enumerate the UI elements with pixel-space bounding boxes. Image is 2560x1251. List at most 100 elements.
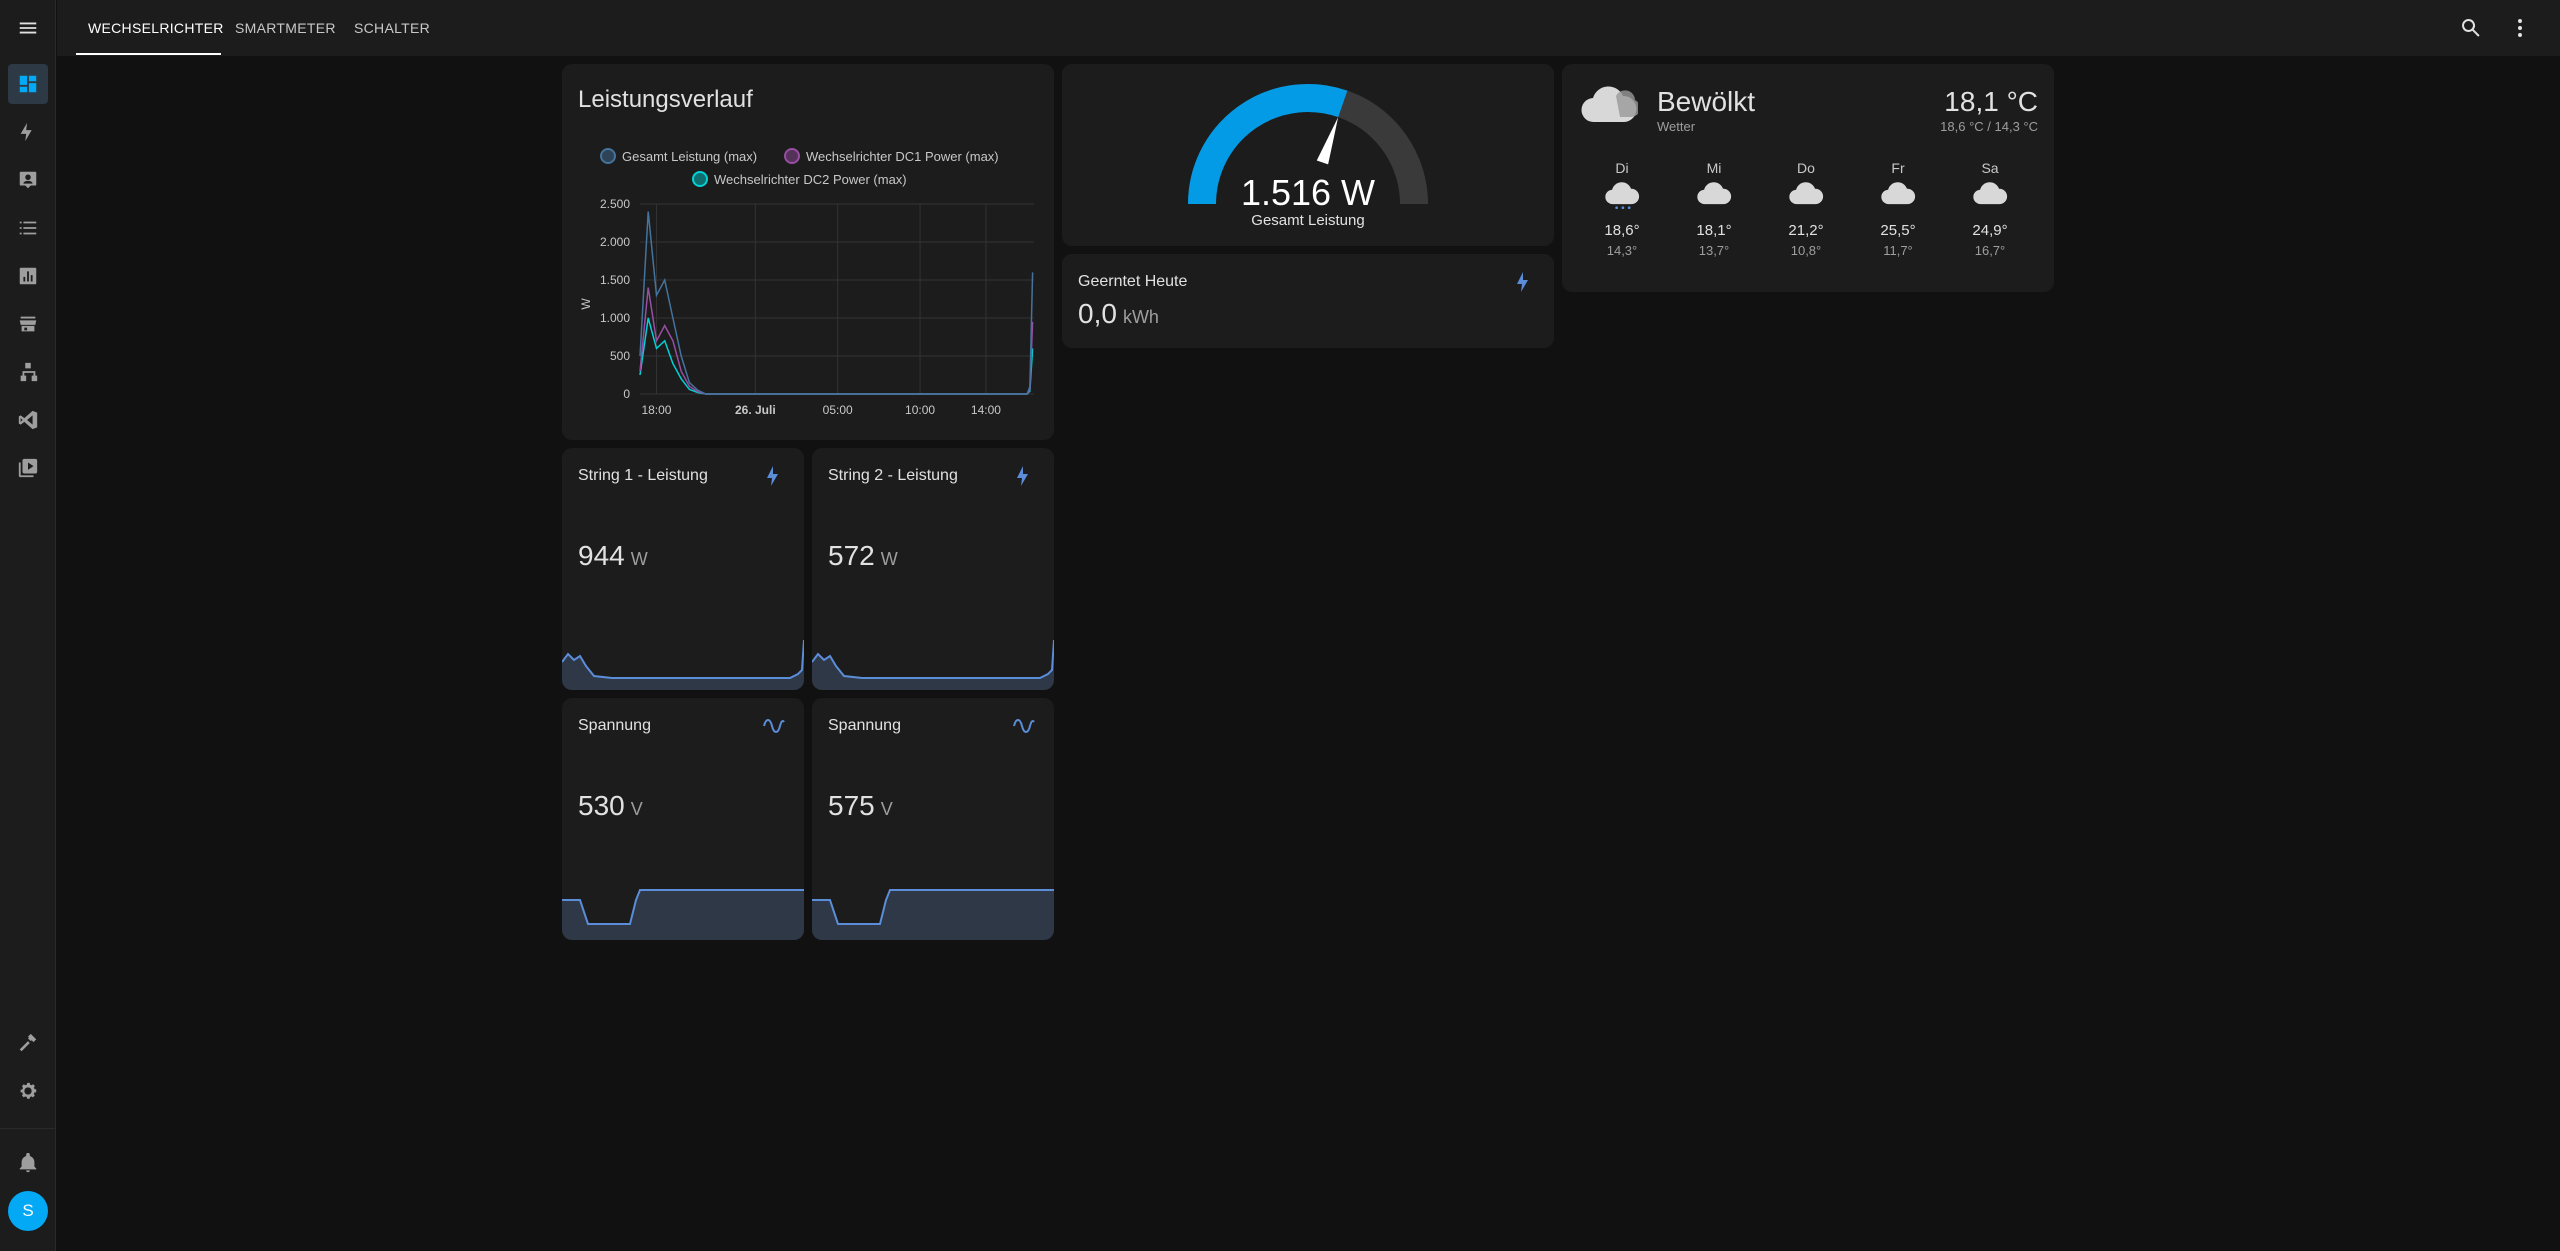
dashboard-icon [19,75,37,93]
search-icon[interactable] [2459,16,2483,40]
store-icon [19,316,37,332]
sidebar-item-developer-tools[interactable] [8,1023,48,1063]
forecast-high: 25,5° [1880,222,1916,239]
sparkline-line [812,639,1054,679]
sensor-sparkline [812,889,1054,940]
gauge-card[interactable]: 1.516 W Gesamt Leistung [1062,64,1554,246]
x-tick-label: 18:00 [641,403,671,417]
account-box-icon [19,171,37,189]
series-line[interactable] [639,211,1034,395]
forecast-day-label: Sa [1981,160,1999,176]
more-menu-icon[interactable] [2508,16,2532,40]
sensor-sparkline [562,889,804,940]
x-tick-label: 26. Juli [735,403,776,417]
sidebar-item-map[interactable] [8,160,48,200]
lightning-icon [20,122,32,142]
bell-icon [19,1152,37,1173]
avatar[interactable]: S [8,1191,48,1231]
y-tick-label: 2.500 [600,197,630,211]
sidebar-item-settings[interactable] [8,1071,48,1111]
x-tick-label: 14:00 [971,403,1001,417]
y-tick-label: 1.000 [600,311,630,325]
sensor-card[interactable]: Spannung 530 V [562,698,804,940]
sidebar-item-media[interactable] [8,448,48,488]
sparkline-area [812,640,1054,690]
forecast-day-label: Do [1797,160,1815,176]
sidebar-item-history[interactable] [8,256,48,296]
sensor-title: Spannung [578,717,651,734]
list-icon [19,221,37,235]
sidebar-item-energy[interactable] [8,112,48,152]
code-editor-icon [18,410,38,430]
energy-today-card[interactable]: Geerntet Heute 0,0 kWh [1062,254,1554,348]
history-chart[interactable]: 2.500 2.000 1.500 1.000 500 0 18:00 26. Juli 05:… [562,64,1054,440]
sensor-value-row: 944 W [578,540,648,572]
cloud-icon [1684,176,1744,216]
sparkline-area [812,890,1054,940]
sensor-value: 572 [828,540,875,571]
sidebar-item-store[interactable] [8,304,48,344]
sensor-title: String 2 - Leistung [828,467,958,484]
flash-icon [1512,270,1536,294]
gauge-value: 1.516 W [1240,172,1376,213]
forecast-high: 18,6° [1604,222,1640,239]
forecast-day-label: Fr [1891,160,1905,176]
forecast-low: 14,3° [1606,243,1638,258]
forecast-low: 11,7° [1883,243,1913,258]
weather-entity-name: Wetter [1657,119,1696,134]
forecast-high: 24,9° [1972,222,2008,239]
sensor-title: Spannung [828,717,901,734]
forecast-high: 21,2° [1788,222,1824,239]
forecast-low: 10,8° [1790,243,1822,258]
sensor-card[interactable]: String 2 - Leistung 572 W [812,448,1054,690]
active-tab-indicator [76,53,221,55]
tab-smartmeter[interactable]: SMARTMETER [235,0,336,56]
card-title: Geerntet Heute [1078,273,1188,290]
sparkline-area [562,890,804,940]
sitemap-icon [20,362,38,382]
sensor-unit: W [880,549,898,569]
tab-schalter[interactable]: SCHALTER [354,0,430,56]
media-icon [18,458,38,478]
current-temperature: 18,1 °C [1944,86,2038,117]
cloud-icon [1868,176,1928,216]
x-tick-label: 10:00 [905,403,935,417]
flash-icon [1012,464,1036,488]
flash-icon [762,464,786,488]
cloud-icon [1580,82,1640,124]
forecast-low: 13,7° [1698,243,1730,258]
hammer-icon [19,1033,37,1052]
y-tick-label: 2.000 [600,235,630,249]
sensor-value: 575 [828,790,875,821]
sensor-card[interactable]: Spannung 575 V [812,698,1054,940]
sensor-value-row: 530 V [578,790,643,822]
series-line[interactable] [639,287,1034,395]
sine-wave-icon [762,714,786,738]
menu-icon[interactable] [0,0,56,56]
weather-forecast-card[interactable]: Bewölkt Wetter 18,1 °C 18,6 °C / 14,3 °C… [1562,64,2054,292]
chart-box-icon [19,267,37,285]
sensor-value: 944 [578,540,625,571]
tab-wechselrichter[interactable]: WECHSELRICHTER [88,0,224,56]
x-tick-label: 05:00 [823,403,853,417]
sidebar-item-notifications[interactable] [8,1143,48,1183]
sidebar-item-overview[interactable] [8,64,48,104]
sensor-value-row: 575 V [828,790,893,822]
sine-wave-icon [1012,714,1036,738]
sidebar-item-code[interactable] [8,400,48,440]
sensor-sparkline [812,639,1054,690]
sensor-card[interactable]: String 1 - Leistung 944 W [562,448,804,690]
weather-condition: Bewölkt [1657,86,1756,117]
y-tick-label: 500 [610,349,630,363]
forecast-day: Fr 25,5° 11,7° [1868,160,1928,258]
sidebar-divider [0,1128,56,1129]
forecast-high: 18,1° [1696,222,1732,239]
sensor-value-row: 572 W [828,540,898,572]
energy-unit: kWh [1122,307,1159,327]
forecast-day-label: Mi [1706,160,1722,176]
y-tick-label: 1.500 [600,273,630,287]
cloud-rain-icon [1592,176,1652,216]
sidebar-item-logbook[interactable] [8,208,48,248]
sidebar-item-network[interactable] [8,352,48,392]
y-axis-label: W [579,298,593,310]
